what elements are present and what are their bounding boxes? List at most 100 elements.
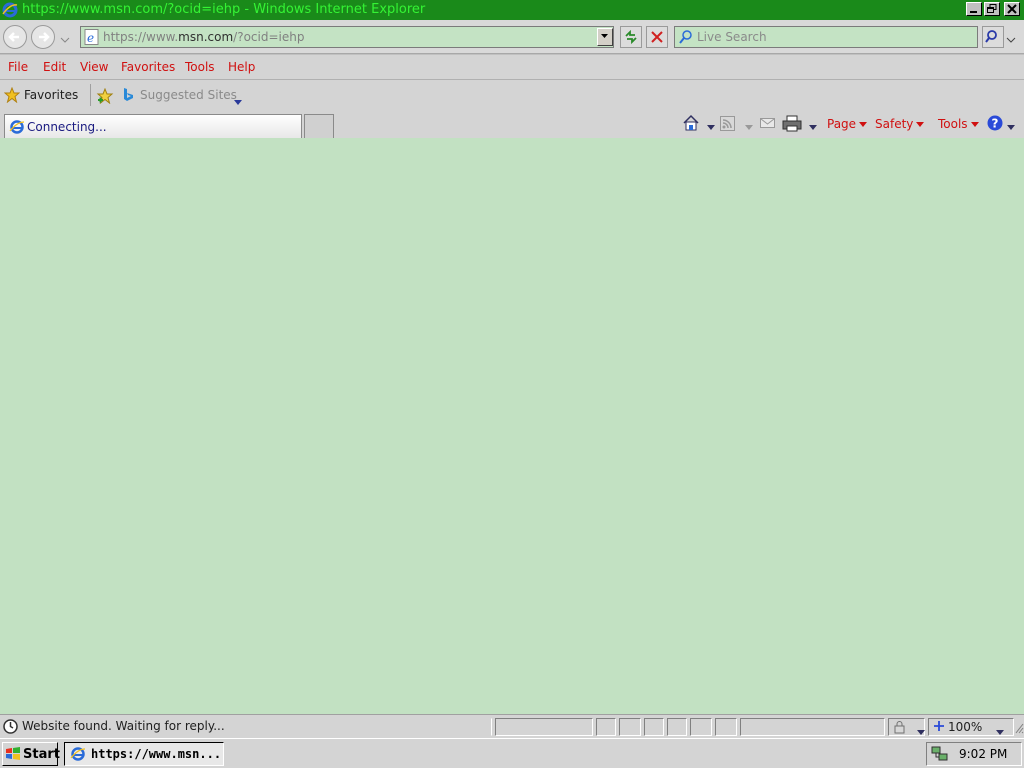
search-icon: [985, 30, 997, 43]
taskbar-item-ie[interactable]: https://www.msn...: [64, 742, 224, 766]
status-pane-progress: [495, 718, 593, 736]
network-icon[interactable]: [931, 745, 949, 766]
windows-logo-icon: [5, 746, 21, 765]
zoom-level: 100%: [948, 720, 983, 734]
close-window-button[interactable]: [1004, 2, 1020, 16]
chevron-down-icon: [745, 125, 753, 130]
bing-icon: [121, 87, 135, 106]
rss-feed-icon: [720, 116, 735, 131]
url-domain: msn.com: [178, 30, 234, 44]
address-dropdown-button[interactable]: [597, 28, 613, 46]
add-favorite-star-icon: [96, 87, 114, 105]
menu-bar: File Edit View Favorites Tools Help: [0, 55, 1024, 80]
page-content-area[interactable]: [0, 138, 1024, 714]
menu-edit[interactable]: Edit: [43, 60, 66, 74]
chevron-down-icon: [809, 125, 817, 130]
page-icon: e: [84, 29, 100, 48]
ie-logo-icon: [2, 2, 18, 18]
forward-button[interactable]: [31, 25, 55, 49]
resize-grip-icon[interactable]: [1014, 721, 1024, 738]
print-button[interactable]: [782, 115, 802, 136]
feeds-dropdown[interactable]: [742, 120, 753, 134]
start-label: Start: [23, 747, 60, 762]
read-mail-button[interactable]: [760, 116, 776, 133]
minimize-button[interactable]: [966, 2, 982, 16]
clock[interactable]: 9:02 PM: [959, 747, 1007, 761]
page-menu-button[interactable]: Page: [827, 117, 868, 131]
title-bar[interactable]: https://www.msn.com/?ocid=iehp - Windows…: [0, 0, 1024, 20]
safety-label: Safety: [875, 117, 914, 131]
chevron-down-icon: [993, 725, 1004, 739]
chevron-down-icon: [1006, 37, 1016, 43]
chevron-down-icon: [916, 122, 925, 127]
dropdown-arrow-icon: [601, 34, 608, 38]
chevron-down-icon: [970, 122, 979, 127]
zoom-icon: [932, 719, 946, 736]
printer-icon: [782, 115, 802, 132]
suggested-sites-label: Suggested Sites: [140, 88, 237, 102]
svg-text:?: ?: [992, 117, 999, 131]
status-pane-zone: [740, 718, 885, 736]
chevron-down-icon: [1007, 125, 1015, 130]
search-box[interactable]: Live Search: [674, 26, 978, 48]
refresh-icon: [625, 29, 637, 45]
tab-current[interactable]: Connecting...: [4, 114, 302, 138]
menu-favorites[interactable]: Favorites: [121, 60, 175, 74]
url-prefix: https://www.: [103, 30, 179, 44]
status-pane: [596, 718, 616, 736]
home-dropdown[interactable]: [704, 120, 715, 134]
home-icon: [683, 114, 699, 131]
system-tray: 9:02 PM: [926, 742, 1022, 766]
star-icon: [3, 86, 21, 106]
suggested-sites-button[interactable]: Suggested Sites: [120, 84, 246, 106]
tab-row: Connecting... Page Safety Tools ?: [0, 110, 1024, 138]
favorites-button[interactable]: Favorites: [2, 84, 82, 106]
home-button[interactable]: [682, 114, 700, 135]
menu-file[interactable]: File: [8, 60, 28, 74]
minimize-icon: [970, 11, 977, 13]
search-input[interactable]: Live Search: [697, 30, 767, 44]
address-bar[interactable]: e https://www.msn.com/?ocid=iehp: [80, 26, 614, 48]
print-dropdown[interactable]: [806, 120, 817, 134]
safety-menu-button[interactable]: Safety: [875, 117, 925, 131]
taskbar-item-label: https://www.msn...: [91, 747, 222, 761]
menu-tools[interactable]: Tools: [185, 60, 215, 74]
protected-mode-pane[interactable]: [888, 718, 925, 736]
status-pane: [715, 718, 737, 736]
status-pane-main: [0, 718, 492, 736]
start-button[interactable]: Start: [2, 742, 60, 766]
status-pane: [619, 718, 641, 736]
svg-text:e: e: [87, 31, 94, 45]
tools-label: Tools: [938, 117, 968, 131]
help-dropdown[interactable]: [1004, 120, 1015, 134]
restore-icon: [987, 4, 997, 13]
search-options-dropdown[interactable]: [1006, 34, 1016, 48]
status-pane: [644, 718, 664, 736]
recent-pages-dropdown[interactable]: [60, 34, 70, 48]
ie-page-icon: [9, 119, 25, 138]
tools-menu-button[interactable]: Tools: [938, 117, 979, 131]
chevron-down-icon: [914, 725, 925, 739]
search-provider-icon: [678, 29, 694, 48]
back-button[interactable]: [3, 25, 27, 49]
zoom-control[interactable]: 100%: [928, 718, 1014, 736]
address-url[interactable]: https://www.msn.com/?ocid=iehp: [103, 30, 304, 44]
back-arrow-icon: [8, 32, 19, 42]
chevron-down-icon: [707, 125, 715, 130]
refresh-button[interactable]: [620, 26, 642, 48]
tab-label: Connecting...: [27, 120, 107, 134]
add-to-favorites-bar-button[interactable]: [96, 87, 114, 107]
menu-view[interactable]: View: [80, 60, 108, 74]
new-tab-button[interactable]: [304, 114, 334, 138]
restore-button[interactable]: [984, 2, 1000, 16]
search-button[interactable]: [982, 26, 1004, 48]
stop-button[interactable]: [646, 26, 668, 48]
menu-help[interactable]: Help: [228, 60, 255, 74]
feeds-button[interactable]: [720, 116, 736, 135]
chevron-down-icon: [859, 122, 868, 127]
favorites-bar: Favorites Suggested Sites: [0, 80, 1024, 110]
status-pane: [667, 718, 687, 736]
taskbar: Start https://www.msn... 9:02 PM: [0, 738, 1024, 768]
chevron-down-icon: [234, 94, 242, 108]
help-button[interactable]: ?: [987, 115, 1003, 134]
